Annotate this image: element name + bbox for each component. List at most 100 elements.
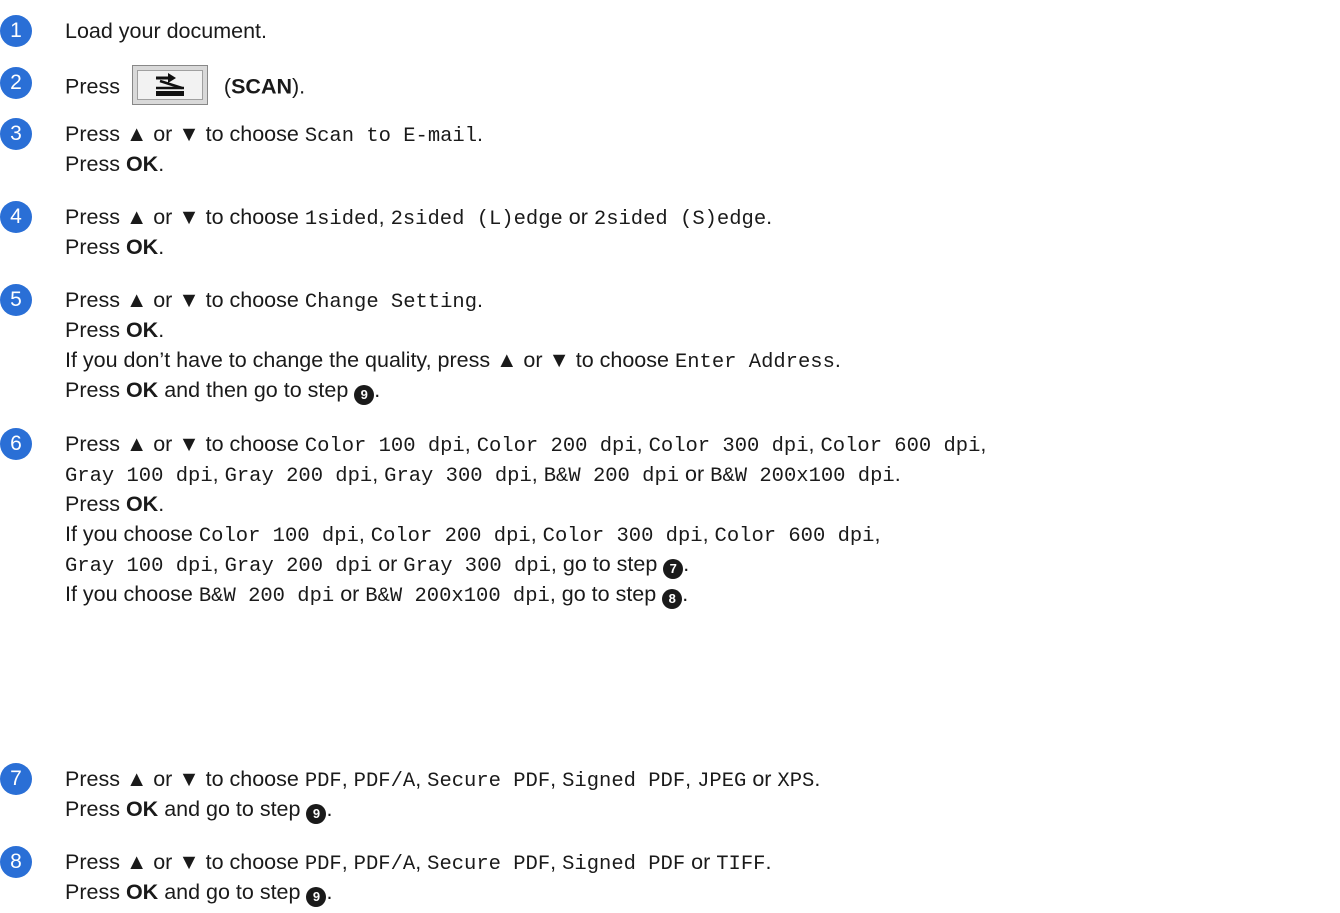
menu-option-text: XPS xyxy=(777,770,815,793)
menu-option-text: Color 300 dpi xyxy=(542,525,703,548)
instruction-text: Press xyxy=(65,880,120,904)
instruction-text: If you choose xyxy=(65,582,193,606)
menu-option-text: B&W 200x100 dpi xyxy=(710,465,895,488)
menu-option-text: Gray 300 dpi xyxy=(384,465,532,488)
instruction-text: Press xyxy=(65,235,120,259)
menu-option-text: Gray 100 dpi xyxy=(65,465,213,488)
menu-option-text: B&W 200 dpi xyxy=(543,465,680,488)
menu-option-text: Secure PDF xyxy=(427,853,551,876)
instruction-text: and then go to step xyxy=(164,378,349,402)
menu-option-text: B&W 200 dpi xyxy=(198,585,335,608)
instruction-text: or xyxy=(568,205,588,229)
instruction-text: If you don’t have to change the quality,… xyxy=(65,348,491,372)
step-text: Gray 100 dpi, Gray 200 dpi, Gray 300 dpi… xyxy=(65,462,901,488)
instruction-text: Press xyxy=(65,318,120,342)
step-reference-badge: 9 xyxy=(306,804,327,824)
step-text: Press OK. xyxy=(65,318,165,342)
button-name-text: OK xyxy=(125,880,159,904)
step-text: Load your document. xyxy=(65,16,267,46)
step-text: Press ▲ or ▼ to choose 1sided, 2sided (L… xyxy=(65,205,773,231)
button-name-text: OK xyxy=(125,797,159,821)
instruction-text: ▲ xyxy=(125,122,148,146)
instruction-text: or xyxy=(691,850,711,874)
step-text: Press ▲ or ▼ to choose PDF, PDF/A, Secur… xyxy=(65,767,821,793)
instruction-text: to choose xyxy=(205,767,299,791)
menu-option-text: Gray 300 dpi xyxy=(403,555,551,578)
instruction-text: ▼ xyxy=(178,850,200,874)
instruction-text: ▲ xyxy=(125,767,148,791)
instruction-text: or xyxy=(340,582,360,606)
scan-button xyxy=(131,65,208,105)
instruction-text: ▲ xyxy=(496,348,518,372)
step-number-badge: 5 xyxy=(0,284,32,316)
step-reference-badge: 8 xyxy=(662,589,683,609)
step-reference-badge: 9 xyxy=(354,385,375,405)
instruction-text: Press xyxy=(65,378,120,402)
menu-option-text: Color 600 dpi xyxy=(714,525,875,548)
menu-option-text: Color 200 dpi xyxy=(370,525,531,548)
menu-option-text: PDF/A xyxy=(353,770,416,793)
instruction-text: ▲ xyxy=(125,288,148,312)
step-number-badge: 3 xyxy=(0,118,32,150)
instruction-text: ▼ xyxy=(548,348,570,372)
menu-option-text: Color 200 dpi xyxy=(476,435,637,458)
menu-option-text: PDF/A xyxy=(353,853,416,876)
instruction-text: Press xyxy=(65,850,120,874)
menu-option-text: Scan to E-mail xyxy=(304,125,478,148)
step-text: Press OK and go to step 9. xyxy=(65,877,332,907)
step-text: Press OK and go to step 9. xyxy=(65,794,332,824)
scan-icon xyxy=(155,73,184,96)
instruction-text: and go to step xyxy=(164,797,301,821)
instruction-text: go to step xyxy=(561,582,657,606)
button-name-text: SCAN xyxy=(231,74,293,99)
instruction-text: Load your document. xyxy=(65,19,267,43)
instruction-text: ▼ xyxy=(178,205,200,229)
menu-option-text: 1sided xyxy=(304,208,379,231)
menu-option-text: Signed PDF xyxy=(562,770,686,793)
step-reference-badge: 9 xyxy=(306,887,327,907)
instruction-text: Press xyxy=(65,492,120,516)
step-number-badge: 6 xyxy=(0,428,32,460)
instruction-text: If you choose xyxy=(65,522,193,546)
menu-option-text: B&W 200x100 dpi xyxy=(365,585,550,608)
step-text: Gray 100 dpi, Gray 200 dpi or Gray 300 d… xyxy=(65,552,690,579)
menu-option-text: Gray 200 dpi xyxy=(224,465,373,488)
step-number-badge: 2 xyxy=(0,67,32,99)
instruction-text: ▼ xyxy=(178,122,200,146)
menu-option-text: Change Setting xyxy=(304,291,478,314)
menu-option-text: PDF xyxy=(304,853,342,876)
instruction-text: or xyxy=(685,462,705,486)
step-text: Press ▲ or ▼ to choose Change Setting. xyxy=(65,288,484,314)
menu-option-text: PDF xyxy=(304,770,342,793)
instruction-text: Press xyxy=(65,122,120,146)
button-name-text: OK xyxy=(125,492,159,516)
instruction-text: ▲ xyxy=(125,432,148,456)
menu-option-text: Color 300 dpi xyxy=(648,435,809,458)
step-number-badge: 4 xyxy=(0,201,32,233)
instruction-text: or xyxy=(153,122,173,146)
menu-option-text: Color 600 dpi xyxy=(820,435,981,458)
menu-option-text: Secure PDF xyxy=(427,770,551,793)
instruction-text: and go to step xyxy=(164,880,301,904)
step-text: If you choose B&W 200 dpi or B&W 200x100… xyxy=(65,582,689,609)
instruction-text: or xyxy=(378,552,398,576)
menu-option-text: Gray 200 dpi xyxy=(224,555,373,578)
step-text: Press ▲ or ▼ to choose PDF, PDF/A, Secur… xyxy=(65,850,772,876)
instruction-text: Press xyxy=(65,205,120,229)
instruction-text: to choose xyxy=(205,288,299,312)
step-text: Press ▲ or ▼ to choose Color 100 dpi, Co… xyxy=(65,432,987,458)
step-text: Press OK. xyxy=(65,152,165,176)
menu-option-text: Enter Address xyxy=(674,351,835,374)
menu-option-text: Signed PDF xyxy=(562,853,686,876)
instruction-text: ▼ xyxy=(178,432,200,456)
instruction-text: to choose xyxy=(575,348,669,372)
step-text: Press (SCAN). xyxy=(65,65,305,108)
instruction-text: Press xyxy=(65,288,120,312)
step-number-badge: 8 xyxy=(0,846,32,878)
step-reference-badge: 7 xyxy=(663,559,684,579)
instruction-text: Press xyxy=(65,797,120,821)
instruction-text: ▲ xyxy=(125,850,148,874)
instruction-text: to choose xyxy=(205,850,299,874)
step-text: Press OK. xyxy=(65,492,165,516)
step-text: Press OK. xyxy=(65,235,165,259)
